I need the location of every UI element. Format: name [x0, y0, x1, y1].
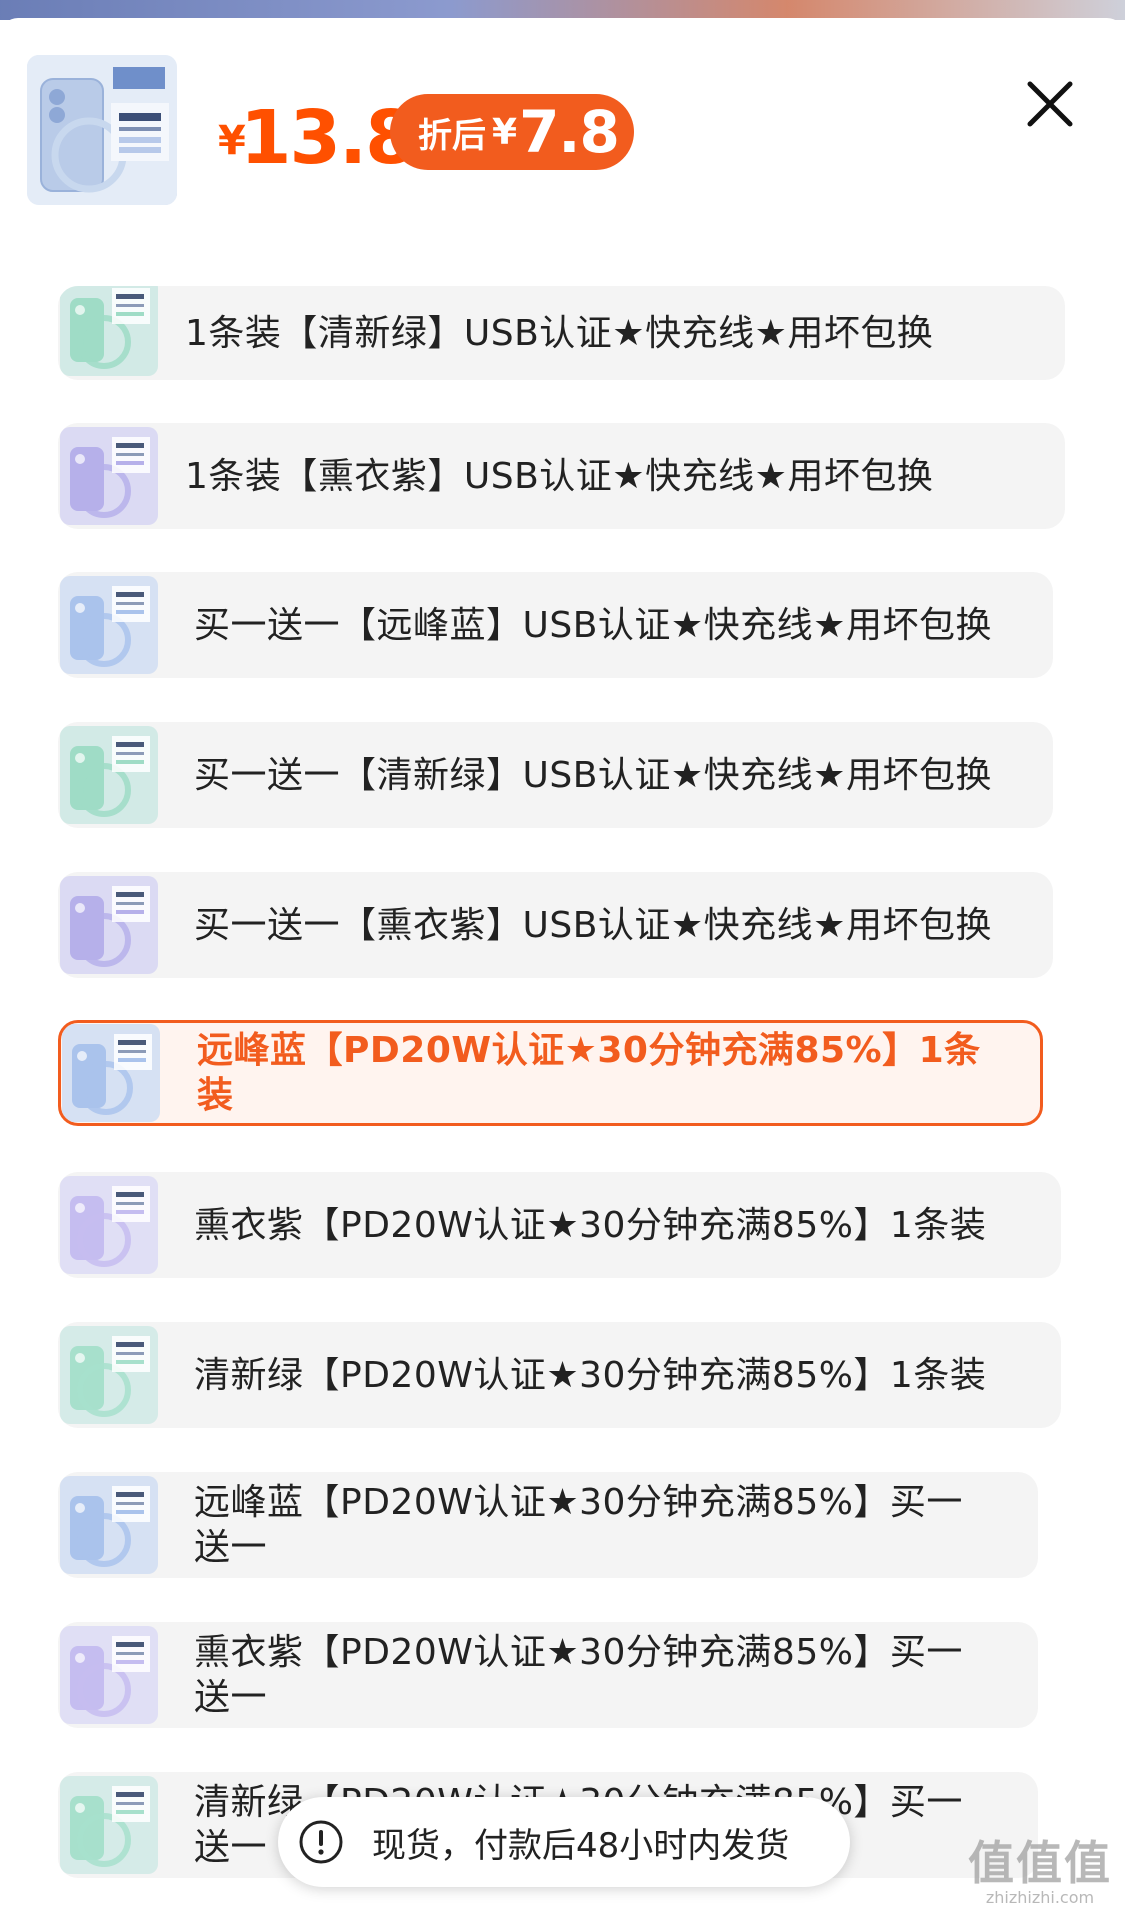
exclamation-circle-icon [299, 1820, 343, 1864]
sku-option-label: 熏衣紫【PD20W认证★30分钟充满85%】1条装 [194, 1204, 987, 1246]
sku-option[interactable]: 1条装【清新绿】USB认证★快充线★用坏包换 [58, 286, 1065, 380]
product-image-icon [60, 1476, 158, 1574]
sku-option-thumbnail [62, 1024, 160, 1122]
sku-option[interactable]: 远峰蓝【PD20W认证★30分钟充满85%】买一送一 [58, 1472, 1038, 1578]
sku-option-thumbnail [60, 1776, 158, 1874]
sku-option-thumbnail [60, 576, 158, 674]
sku-option-thumbnail [60, 726, 158, 824]
sku-option-thumbnail [60, 1626, 158, 1724]
sku-option-label: 买一送一【清新绿】USB认证★快充线★用坏包换 [194, 754, 992, 796]
shipping-notice-text: 现货，付款后48小时内发货 [372, 1825, 790, 1866]
sku-option-label: 熏衣紫【PD20W认证★30分钟充满85%】买一送一 [194, 1632, 963, 1718]
watermark-logo: 值值值 [968, 1836, 1112, 1890]
sku-option-label: 远峰蓝【PD20W认证★30分钟充满85%】买一送一 [194, 1482, 963, 1568]
sku-option-list: 1条装【清新绿】USB认证★快充线★用坏包换 1条装【熏衣紫】USB认证★快充线★… [0, 0, 1125, 1920]
sku-option[interactable]: 买一送一【熏衣紫】USB认证★快充线★用坏包换 [58, 872, 1053, 978]
product-image-icon [60, 1776, 158, 1874]
sku-option-label: 1条装【清新绿】USB认证★快充线★用坏包换 [185, 312, 934, 354]
sku-option-label: 买一送一【熏衣紫】USB认证★快充线★用坏包换 [194, 904, 992, 946]
sku-option[interactable]: 熏衣紫【PD20W认证★30分钟充满85%】买一送一 [58, 1622, 1038, 1728]
product-image-icon [60, 876, 158, 974]
sku-option[interactable]: 远峰蓝【PD20W认证★30分钟充满85%】1条装 [58, 1020, 1043, 1126]
sku-option-thumbnail [60, 1476, 158, 1574]
product-image-icon [60, 726, 158, 824]
sku-option-label: 买一送一【远峰蓝】USB认证★快充线★用坏包换 [194, 604, 992, 646]
watermark-url: zhizhizhi.com [985, 1888, 1095, 1907]
sku-option-label: 远峰蓝【PD20W认证★30分钟充满85%】1条装 [197, 1030, 981, 1116]
product-image-icon [60, 427, 158, 525]
sku-option[interactable]: 清新绿【PD20W认证★30分钟充满85%】1条装 [58, 1322, 1061, 1428]
product-image-icon [60, 1176, 158, 1274]
sku-option-thumbnail [60, 427, 158, 525]
sku-option[interactable]: 1条装【熏衣紫】USB认证★快充线★用坏包换 [58, 423, 1065, 529]
product-image-icon [60, 576, 158, 674]
sku-option-label: 1条装【熏衣紫】USB认证★快充线★用坏包换 [185, 455, 934, 497]
watermark: 值值值 zhizhizhi.com [965, 1838, 1115, 1908]
sku-option-thumbnail [60, 1176, 158, 1274]
sku-option[interactable]: 买一送一【清新绿】USB认证★快充线★用坏包换 [58, 722, 1053, 828]
product-image-icon [62, 1024, 160, 1122]
sku-option-thumbnail [60, 286, 158, 376]
shipping-notice-toast: 现货，付款后48小时内发货 [278, 1797, 850, 1887]
product-image-icon [60, 1326, 158, 1424]
sku-option[interactable]: 买一送一【远峰蓝】USB认证★快充线★用坏包换 [58, 572, 1053, 678]
sku-option-thumbnail [60, 1326, 158, 1424]
product-image-icon [60, 286, 158, 376]
sku-option-label: 清新绿【PD20W认证★30分钟充满85%】1条装 [194, 1354, 987, 1396]
product-image-icon [60, 1626, 158, 1724]
sku-option-thumbnail [60, 876, 158, 974]
sku-option[interactable]: 熏衣紫【PD20W认证★30分钟充满85%】1条装 [58, 1172, 1061, 1278]
